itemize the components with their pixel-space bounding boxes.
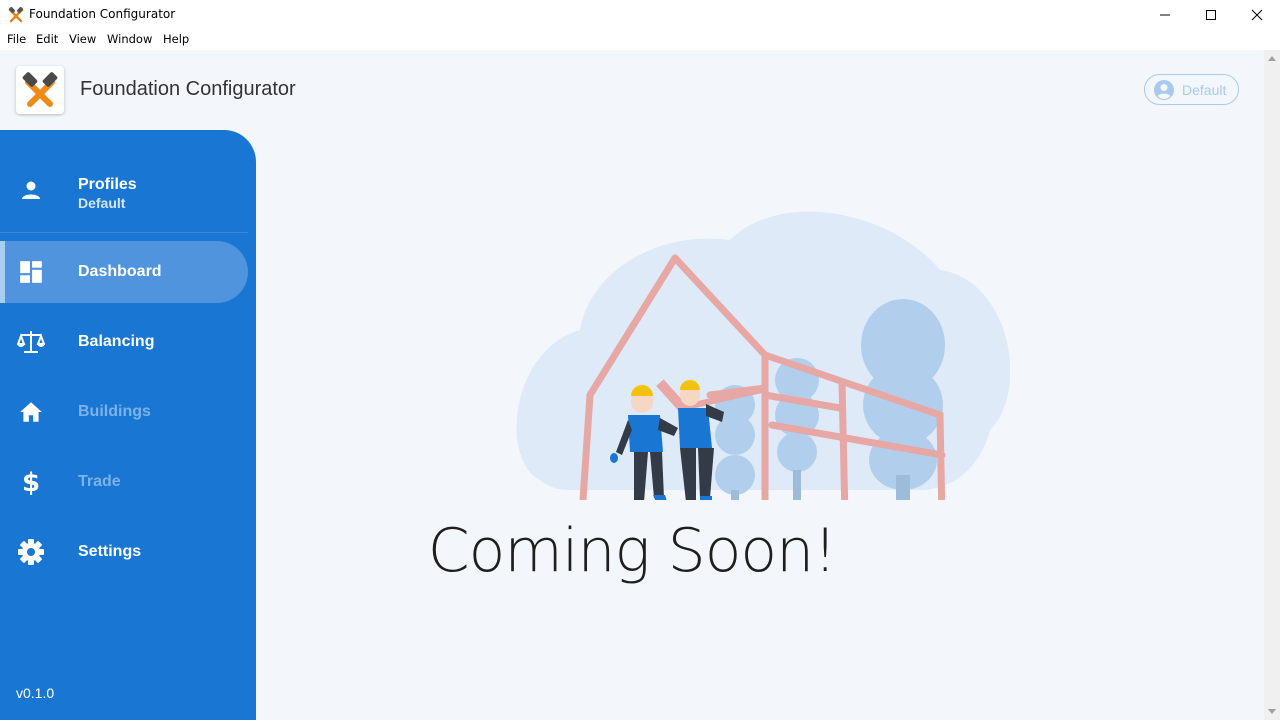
coming-soon-message: Coming Soon!: [427, 516, 837, 586]
minimize-icon: [1160, 14, 1170, 16]
app-logo: [16, 66, 64, 114]
menu-edit[interactable]: Edit: [36, 32, 58, 46]
sidebar-item-label: Trade: [78, 473, 121, 490]
version-label: v0.1.0: [16, 685, 55, 701]
menu-help[interactable]: Help: [163, 32, 189, 46]
construction-illustration: [516, 211, 1010, 500]
sidebar-item-profiles[interactable]: Profiles Default: [0, 130, 248, 232]
account-circle-icon: [1154, 79, 1174, 100]
hammer-icon: [8, 7, 24, 23]
scale-icon: [17, 328, 45, 356]
svg-text:$: $: [22, 468, 40, 496]
sidebar-item-dashboard[interactable]: Dashboard: [0, 241, 248, 303]
hammers-logo-icon: [22, 72, 58, 107]
dashboard-icon: [17, 258, 45, 286]
menu-bar: File Edit View Window Help: [0, 30, 1280, 50]
close-icon: [1251, 9, 1263, 21]
maximize-button[interactable]: [1188, 0, 1234, 30]
app-name: Foundation Configurator: [80, 78, 296, 100]
menu-window[interactable]: Window: [107, 32, 152, 46]
person-icon: [17, 176, 45, 204]
window-title: Foundation Configurator: [29, 7, 176, 21]
sidebar-item-label: Balancing: [78, 333, 155, 350]
sidebar: Profiles Default Dashboard Balancing Bui…: [0, 130, 256, 720]
sidebar-item-trade[interactable]: $ Trade: [0, 451, 248, 513]
menu-view[interactable]: View: [69, 32, 96, 46]
sidebar-item-label: Buildings: [78, 403, 151, 420]
window-title-bar: Foundation Configurator: [0, 0, 1280, 30]
sidebar-item-buildings[interactable]: Buildings: [0, 381, 248, 443]
dollar-icon: $: [17, 468, 45, 496]
scroll-down-icon[interactable]: [1268, 709, 1276, 714]
scroll-up-icon[interactable]: [1268, 56, 1276, 61]
home-icon: [17, 398, 45, 426]
profile-chip[interactable]: Default: [1144, 74, 1239, 105]
minimize-button[interactable]: [1142, 0, 1188, 30]
sidebar-item-balancing[interactable]: Balancing: [0, 311, 248, 373]
profile-chip-label: Default: [1182, 81, 1227, 98]
close-button[interactable]: [1234, 0, 1280, 30]
sidebar-item-label: Dashboard: [78, 263, 162, 280]
sidebar-divider: [0, 232, 248, 233]
profiles-subtitle: Default: [78, 195, 126, 211]
vertical-scrollbar[interactable]: [1264, 50, 1280, 720]
app-content: Foundation Configurator Default Profiles…: [0, 50, 1264, 720]
profiles-title: Profiles: [78, 176, 137, 193]
menu-file[interactable]: File: [7, 32, 26, 46]
maximize-icon: [1206, 10, 1216, 20]
